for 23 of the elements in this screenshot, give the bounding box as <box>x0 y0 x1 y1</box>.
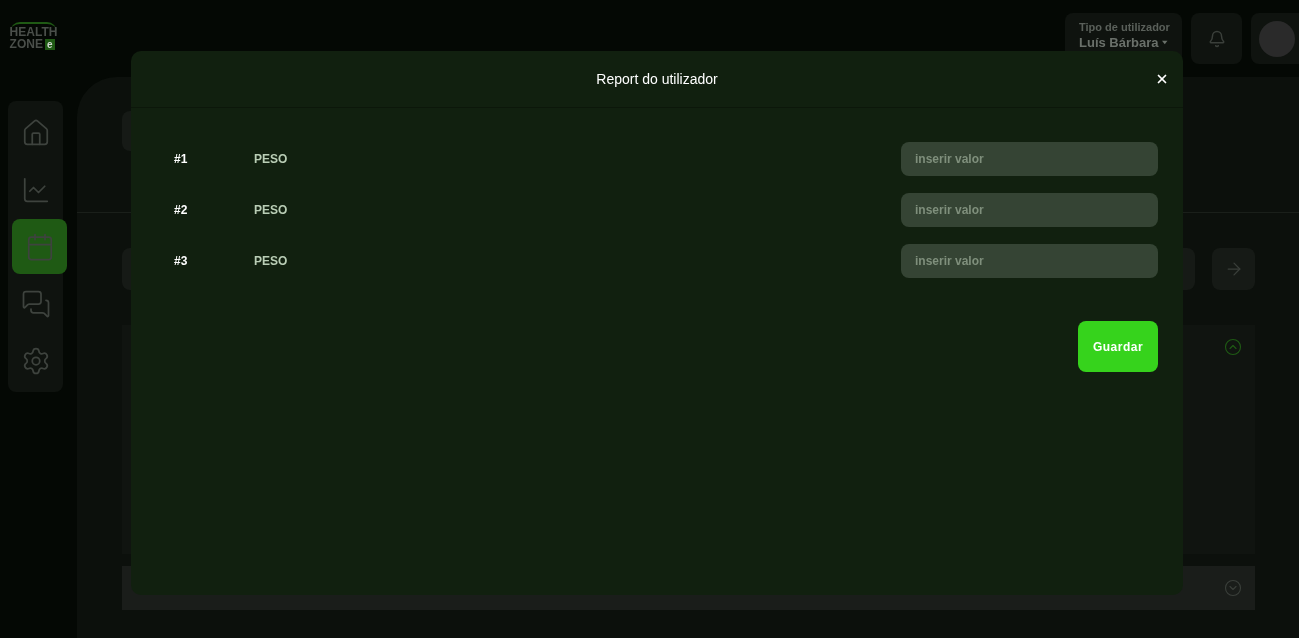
field-label: PESO <box>254 151 288 168</box>
field-label: PESO <box>254 253 288 270</box>
chat-icon <box>20 288 51 319</box>
dialog-title: Report do utilizador <box>596 69 718 89</box>
user-name: Luís Bárbara <box>1079 35 1159 50</box>
bell-icon <box>1207 29 1226 48</box>
avatar[interactable] <box>1259 20 1295 57</box>
value-field[interactable]: inserir valor <box>901 244 1158 278</box>
field-label: PESO <box>254 202 288 219</box>
value-field[interactable]: inserir valor <box>901 193 1158 227</box>
save-button[interactable]: Guardar <box>1078 321 1158 372</box>
value-field[interactable]: inserir valor <box>901 142 1158 176</box>
logo: HEALTH ZONE e <box>9 22 58 50</box>
row-number: #2 <box>174 202 189 219</box>
chevron-down-icon[interactable] <box>1224 579 1242 597</box>
chevron-up-icon[interactable] <box>1224 338 1242 356</box>
notification-button[interactable] <box>1191 13 1242 64</box>
row-number: #1 <box>174 151 189 168</box>
sidebar-item[interactable] <box>12 219 67 274</box>
caret-icon <box>1162 40 1168 45</box>
user-role: Tipo de utilizador <box>1079 20 1168 35</box>
next-button[interactable] <box>1212 248 1255 290</box>
row-number: #3 <box>174 253 189 270</box>
